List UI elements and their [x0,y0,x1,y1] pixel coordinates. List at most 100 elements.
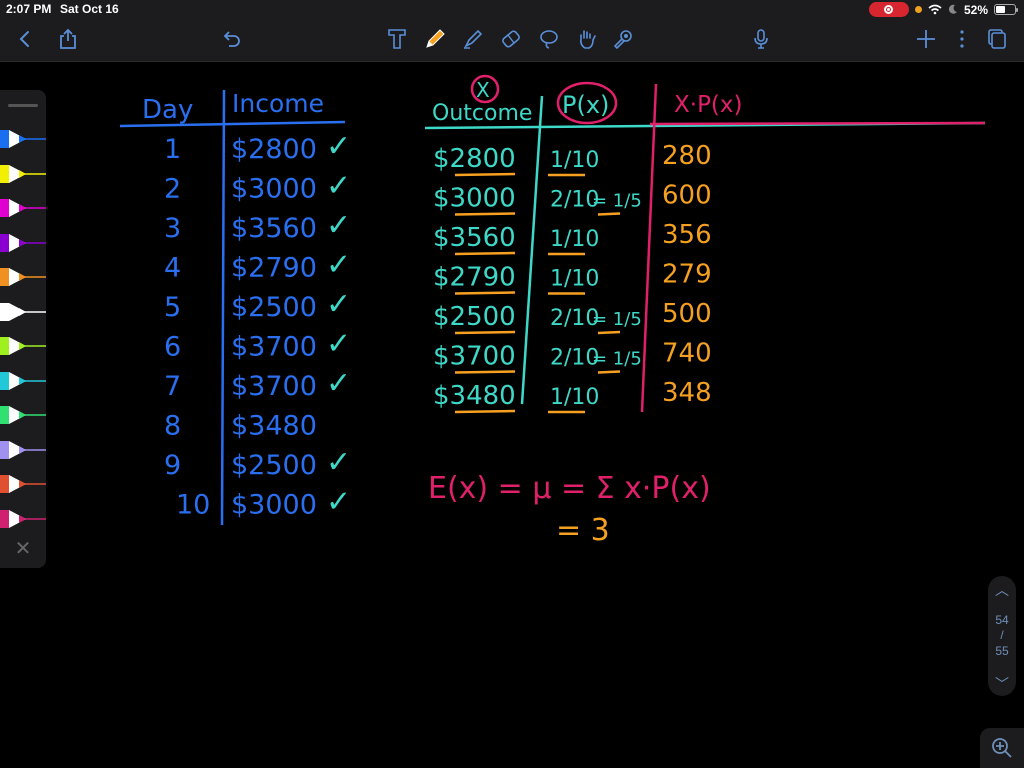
right-table-divider-1 [520,95,544,405]
microphone-icon[interactable] [748,26,774,52]
pen-icon [0,164,46,183]
day-value: 5 [164,292,181,323]
pen-icon [0,130,46,148]
income-value: $2500 [231,450,317,481]
pen-icon [0,302,46,321]
hand-tool-icon[interactable] [574,26,600,52]
income-value: $3000 [231,490,317,521]
more-icon[interactable] [949,26,975,52]
status-date: Sat Oct 16 [60,2,119,16]
close-palette-icon[interactable]: ✕ [12,538,34,560]
pen-icon [0,268,46,286]
lasso-tool-icon[interactable] [536,26,562,52]
undo-icon[interactable] [219,26,245,52]
next-page-chevron-down-icon[interactable]: ﹀ [988,674,1016,694]
pen-icon [0,440,46,459]
do-not-disturb-moon-icon [948,4,957,14]
x-times-p-value: 280 [662,141,712,171]
left-table-row: 4 $2790 ✓ [164,248,351,284]
pen-icon [0,233,46,252]
check-mark-icon: ✓ [326,248,351,283]
text-tool-icon[interactable] [384,26,410,52]
highlighter-tool-icon[interactable] [460,26,486,52]
previous-page-chevron-up-icon[interactable]: ︿ [988,580,1016,600]
right-table-row: $2800 1/10 280 [433,141,712,177]
check-mark-icon: ✓ [326,327,351,362]
check-mark-icon: ✓ [326,129,351,164]
battery-percent: 52% [963,2,988,17]
add-page-icon[interactable] [913,26,939,52]
pen-color-7[interactable] [0,334,46,358]
pen-icon [0,509,46,528]
expected-value-result: = 3 [556,513,610,548]
check-mark-icon: ✓ [326,485,351,520]
left-table-row: 10 $3000 ✓ [176,485,351,521]
note-canvas[interactable]: Day Income 1 $2800 ✓ 2 $3000 ✓ 3 $3560 ✓ 4 $2790 ✓ 5… [0,63,1024,768]
check-mark-icon: ✓ [326,169,351,204]
right-table-row: $2790 1/10 279 [433,260,712,295]
pen-color-3[interactable] [0,196,46,220]
income-value: $3560 [231,213,317,244]
laser-pointer-icon[interactable] [610,26,636,52]
pen-color-9[interactable] [0,403,46,427]
income-value: $2500 [231,292,317,323]
outcome-underline [454,172,516,177]
pen-icon [0,199,46,217]
pen-color-8[interactable] [0,369,46,393]
day-value: 3 [164,213,181,244]
pen-color-2[interactable] [0,162,46,186]
zoom-in-button[interactable] [980,728,1024,768]
pen-color-10[interactable] [0,438,46,462]
pages-icon[interactable] [985,26,1011,52]
pen-icon [0,337,46,355]
income-header: Income [232,89,324,118]
check-mark-icon: ✓ [326,445,351,480]
probability-simplified: = 1/5 [592,349,642,370]
pencil-tool-icon[interactable] [422,26,448,52]
back-icon[interactable] [12,26,38,52]
day-value: 1 [164,134,181,165]
pen-color-4[interactable] [0,231,46,255]
battery-icon [994,4,1018,15]
right-table-row: $3700 2/10= 1/5 740 [433,339,712,374]
check-mark-icon: ✓ [326,366,351,401]
left-table-row: 6 $3700 ✓ [164,327,351,363]
x-times-p-value: 500 [662,299,712,329]
pen-color-1[interactable] [0,127,46,151]
sidebar-drag-handle[interactable] [8,104,38,107]
day-value: 10 [176,490,210,521]
outcome-underline [454,330,516,335]
left-table-divider [220,89,226,526]
xpx-header: X·P(x) [674,92,743,118]
income-value: $3700 [231,371,317,402]
check-mark-icon: ✓ [326,208,351,243]
share-icon[interactable] [55,26,81,52]
pen-color-5[interactable] [0,265,46,289]
left-table-row: 5 $2500 ✓ [164,287,351,323]
right-table-header-rule-pink [649,121,986,126]
pen-color-6[interactable] [0,300,46,324]
record-icon [884,5,894,14]
x-times-p-value: 279 [662,260,712,290]
pen-color-11[interactable] [0,472,46,496]
zoom-in-icon [992,738,1012,758]
pen-color-12[interactable] [0,507,46,531]
total-pages: 55 [995,644,1009,658]
income-value: $3480 [231,411,317,442]
outcome-underline [454,212,516,216]
outcome-underline [454,291,516,295]
outcome-value: $3560 [433,223,516,253]
day-value: 4 [164,253,181,284]
right-table-row: $3560 1/10 356 [433,220,712,256]
x-variable-label: X [476,78,490,102]
top-toolbar: 2:07 PM Sat Oct 16 52% [0,0,1024,62]
probability-value: 1/10 [550,148,599,173]
check-mark-icon: ✓ [326,287,351,322]
left-table-rows: 1 $2800 ✓ 2 $3000 ✓ 3 $3560 ✓ 4 $2790 ✓ 5 $2500 ✓ 6 $370… [164,129,351,521]
left-table-row: 7 $3700 ✓ [164,366,351,402]
outcome-header: Outcome [432,101,532,126]
eraser-tool-icon[interactable] [498,26,524,52]
income-value: $2790 [231,253,317,284]
screen-recording-indicator[interactable] [868,2,909,17]
day-value: 7 [164,371,181,402]
